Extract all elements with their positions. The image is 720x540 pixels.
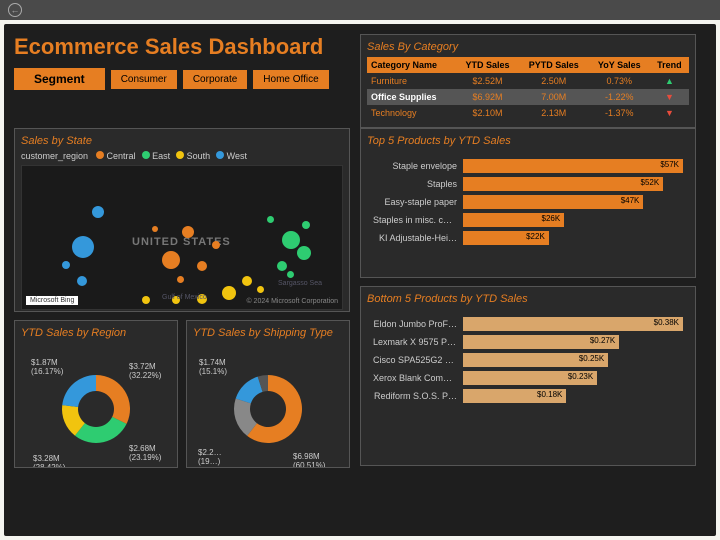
bar-label: Staples in misc. co… xyxy=(373,215,463,225)
table-header[interactable]: Category Name xyxy=(367,57,456,73)
back-button[interactable]: ← xyxy=(8,3,22,17)
bar-label: Xerox Blank Comp… xyxy=(373,373,463,383)
donut-slice-label: $6.98M(60.51%) xyxy=(293,452,326,467)
bar-row[interactable]: Lexmark X 9575 Pr… $0.27K xyxy=(373,335,683,349)
map-bubble[interactable] xyxy=(297,246,311,260)
bing-attribution: Microsoft Bing xyxy=(26,296,78,305)
app-topbar: ← xyxy=(0,0,720,20)
bar-label: Staple envelope xyxy=(373,161,463,171)
arrow-left-icon: ← xyxy=(11,5,20,15)
bar-row[interactable]: KI Adjustable-Hei… $22K xyxy=(373,231,683,245)
segment-label: Segment xyxy=(14,68,105,90)
donut-slice[interactable] xyxy=(62,375,96,407)
bar-row[interactable]: Easy-staple paper $47K xyxy=(373,195,683,209)
map-gulf-label: Gulf of Mexico xyxy=(162,294,207,301)
map-title: Sales by State xyxy=(21,135,343,147)
bar-row[interactable]: Xerox Blank Comp… $0.23K xyxy=(373,371,683,385)
shipping-donut-title: YTD Sales by Shipping Type xyxy=(193,327,343,339)
map-bubble[interactable] xyxy=(92,206,104,218)
bar-label: Rediform S.O.S. P… xyxy=(373,391,463,401)
bar-label: Eldon Jumbo ProF… xyxy=(373,319,463,329)
bar-label: Staples xyxy=(373,179,463,189)
map-bubble[interactable] xyxy=(62,261,70,269)
map-bubble[interactable] xyxy=(257,286,264,293)
segment-btn-home-office[interactable]: Home Office xyxy=(253,70,328,89)
map-visual[interactable]: UNITED STATES Microsoft Bing © 2024 Micr… xyxy=(21,165,343,310)
top-products-title: Top 5 Products by YTD Sales xyxy=(367,135,689,147)
dashboard-root: Ecommerce Sales Dashboard Segment Consum… xyxy=(4,24,716,536)
bar-row[interactable]: Staples in misc. co… $26K xyxy=(373,213,683,227)
top-products-panel: Top 5 Products by YTD Sales Staple envel… xyxy=(360,128,696,278)
donut-slice-label: $1.87M(16.17%) xyxy=(31,358,64,376)
shipping-donut-panel: YTD Sales by Shipping Type $6.98M(60.51%… xyxy=(186,320,350,468)
donut-slice-label: $1.74M(15.1%) xyxy=(199,358,227,376)
map-bubble[interactable] xyxy=(212,241,220,249)
table-header[interactable]: Trend xyxy=(650,57,689,73)
table-header[interactable]: YTD Sales xyxy=(456,57,519,73)
bar-row[interactable]: Staples $52K xyxy=(373,177,683,191)
bar-label: Cisco SPA525G2 5… xyxy=(373,355,463,365)
segment-btn-corporate[interactable]: Corporate xyxy=(183,70,247,89)
legend-item[interactable]: West xyxy=(216,151,247,161)
map-legend: customer_region Central East South West xyxy=(21,151,343,161)
region-donut-title: YTD Sales by Region xyxy=(21,327,171,339)
legend-item[interactable]: East xyxy=(142,151,171,161)
table-header[interactable]: PYTD Sales xyxy=(519,57,589,73)
bar-label: Easy-staple paper xyxy=(373,197,463,207)
bottom-products-bars[interactable]: Eldon Jumbo ProF… $0.38K Lexmark X 9575 P… xyxy=(367,309,689,411)
donut-slice-label: $3.72M(32.22%) xyxy=(129,362,162,380)
segment-slicer: Segment Consumer Corporate Home Office xyxy=(14,68,350,90)
bottom-products-title: Bottom 5 Products by YTD Sales xyxy=(367,293,689,305)
map-bubble[interactable] xyxy=(77,276,87,286)
table-row[interactable]: Technology$2.10M2.13M-1.37%▼ xyxy=(367,105,689,121)
map-legend-field: customer_region xyxy=(21,151,88,161)
category-table-title: Sales By Category xyxy=(367,41,689,53)
table-row[interactable]: Furniture$2.52M2.50M0.73%▲ xyxy=(367,73,689,89)
legend-item[interactable]: South xyxy=(176,151,210,161)
map-panel: Sales by State customer_region Central E… xyxy=(14,128,350,312)
map-bubble[interactable] xyxy=(282,231,300,249)
table-header[interactable]: YoY Sales xyxy=(589,57,650,73)
bar-row[interactable]: Cisco SPA525G2 5… $0.25K xyxy=(373,353,683,367)
table-row[interactable]: Office Supplies$6.92M7.00M-1.22%▼ xyxy=(367,89,689,105)
top-products-bars[interactable]: Staple envelope $57K Staples $52K Easy-sta… xyxy=(367,151,689,253)
map-bubble[interactable] xyxy=(162,251,180,269)
map-copyright: © 2024 Microsoft Corporation xyxy=(246,298,338,305)
segment-btn-consumer[interactable]: Consumer xyxy=(111,70,177,89)
category-table-panel: Sales By Category Category NameYTD Sales… xyxy=(360,34,696,128)
region-donut[interactable]: $3.72M(32.22%) $3.28M(28.42%) $1.87M(16.17… xyxy=(21,343,171,467)
map-bubble[interactable] xyxy=(152,226,158,232)
map-bubble[interactable] xyxy=(72,236,94,258)
donut-slice-label: $2.2…(19…) xyxy=(198,448,222,466)
bottom-products-panel: Bottom 5 Products by YTD Sales Eldon Jum… xyxy=(360,286,696,466)
donut-slice-label: $2.68M(23.19%) xyxy=(129,444,162,462)
donut-slice[interactable] xyxy=(75,417,127,443)
page-title: Ecommerce Sales Dashboard xyxy=(14,34,350,60)
map-sea-label: Sargasso Sea xyxy=(278,280,322,287)
bar-label: KI Adjustable-Hei… xyxy=(373,233,463,243)
map-bubble[interactable] xyxy=(242,276,252,286)
bar-row[interactable]: Rediform S.O.S. P… $0.18K xyxy=(373,389,683,403)
map-bubble[interactable] xyxy=(302,221,310,229)
bar-label: Lexmark X 9575 Pr… xyxy=(373,337,463,347)
map-bubble[interactable] xyxy=(142,296,150,304)
map-bubble[interactable] xyxy=(222,286,236,300)
donut-slice[interactable] xyxy=(96,375,130,424)
map-bubble[interactable] xyxy=(267,216,274,223)
map-bubble[interactable] xyxy=(197,261,207,271)
map-bubble[interactable] xyxy=(177,276,184,283)
legend-item[interactable]: Central xyxy=(96,151,136,161)
map-bubble[interactable] xyxy=(277,261,287,271)
donut-slice-label: $3.28M(28.42%) xyxy=(33,454,66,467)
shipping-donut[interactable]: $6.98M(60.51%) $2.2…(19…) $1.74M(15.1%) xyxy=(193,343,343,467)
bar-row[interactable]: Staple envelope $57K xyxy=(373,159,683,173)
map-bubble[interactable] xyxy=(182,226,194,238)
bar-row[interactable]: Eldon Jumbo ProF… $0.38K xyxy=(373,317,683,331)
region-donut-panel: YTD Sales by Region $3.72M(32.22%) $3.28M… xyxy=(14,320,178,468)
donut-slice[interactable] xyxy=(236,377,263,404)
map-bubble[interactable] xyxy=(287,271,294,278)
category-table[interactable]: Category NameYTD SalesPYTD SalesYoY Sale… xyxy=(367,57,689,121)
